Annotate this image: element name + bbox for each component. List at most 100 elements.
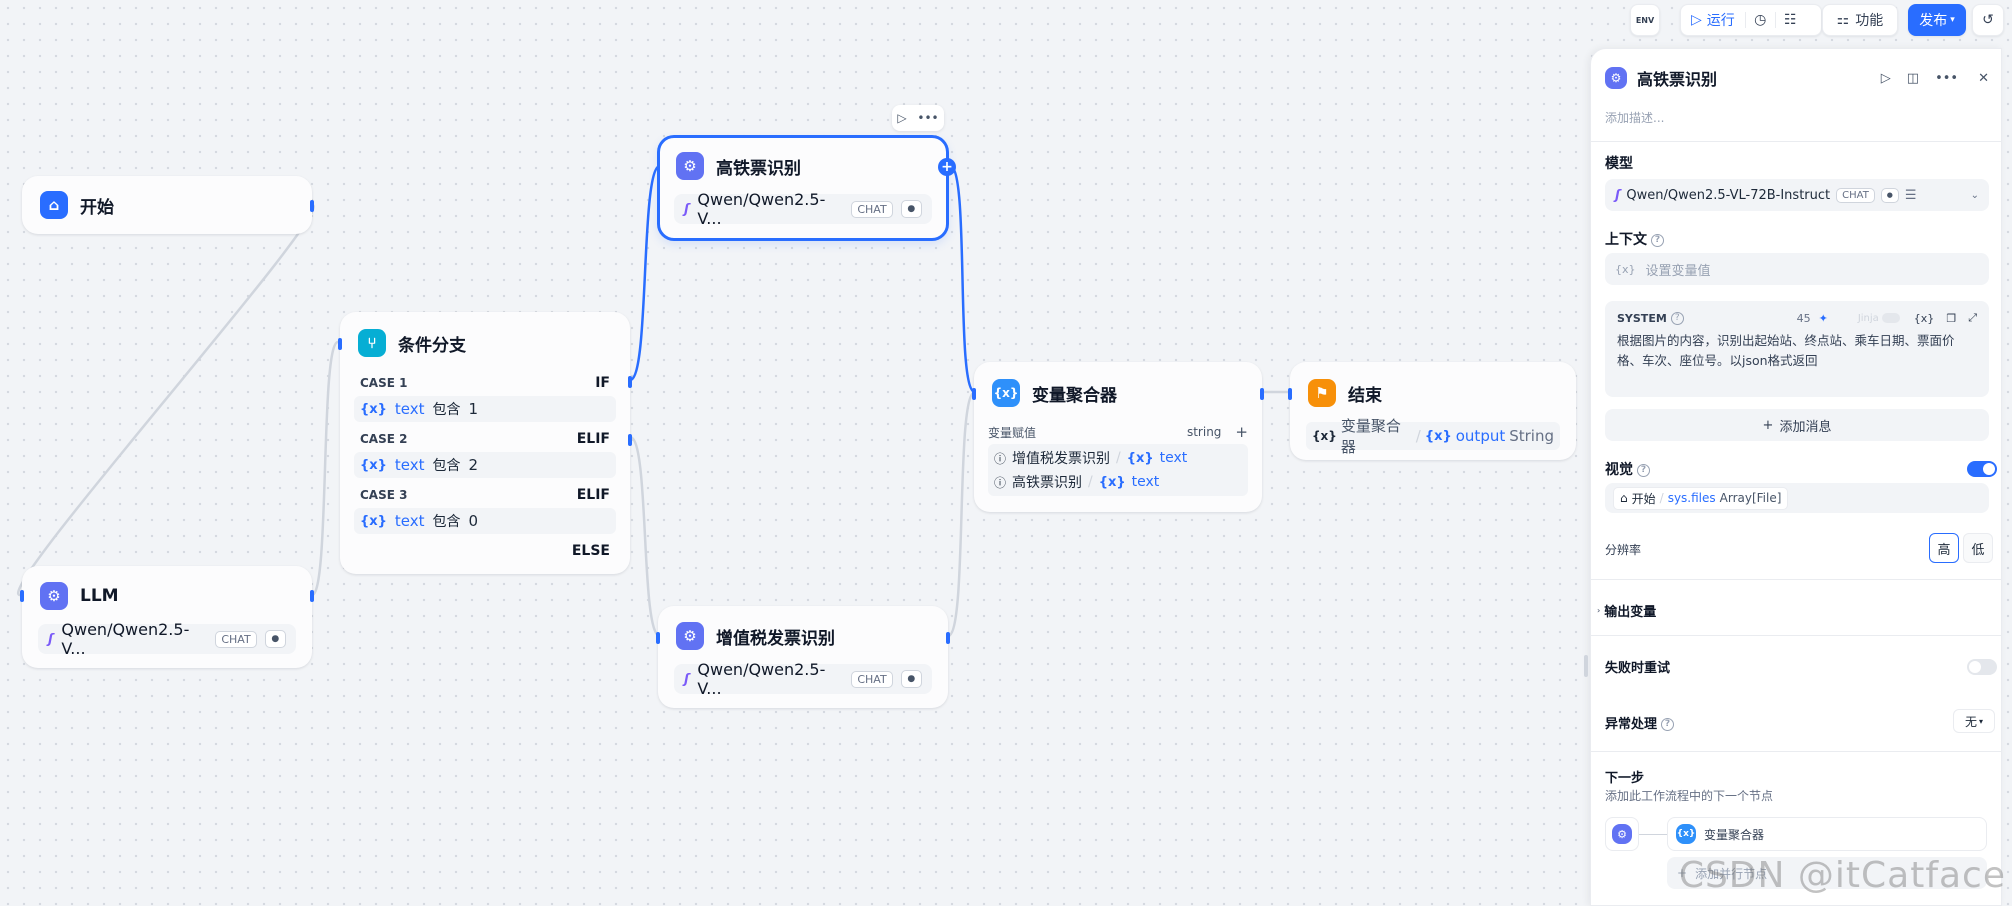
model-pill: ʃ Qwen/Qwen2.5-V... CHAT ● [674,190,932,228]
case-label: CASE 1 [360,376,408,390]
elif-handle[interactable] [628,434,632,446]
edge-train-aggregator [949,164,976,394]
node-branch[interactable]: ⑂ 条件分支 CASE 1 IF {x} text 包含 1 CASE 2 ELIF… [338,312,632,574]
output-vars-toggle[interactable]: › 输出变量 [1597,601,1656,620]
version-history-button[interactable]: ↺ [1972,4,2004,36]
add-message-button[interactable]: + 添加消息 [1605,409,1989,441]
run-node-icon[interactable]: ▷ [1881,71,1891,86]
else-label: ELSE [571,543,610,559]
model-pill: ʃ Qwen/Qwen2.5-V... CHAT ● [674,660,932,698]
exception-value: 无 [1964,714,1977,729]
next-step-desc: 添加此工作流程中的下一个节点 [1605,789,1774,803]
if-handle[interactable] [628,376,632,388]
copy-icon[interactable]: ❐ [1946,312,1956,325]
condition-op: 包含 [432,458,461,474]
checklist-icon[interactable]: ☷ [1774,12,1805,28]
node-llm[interactable]: ⚙ LLM ʃ Qwen/Qwen2.5-V... CHAT ● [20,566,314,668]
aggregator-row: ⓘ 增值税发票识别 / {x} text [994,450,1188,467]
vision-toggle[interactable] [1967,461,1997,477]
input-handle[interactable] [1288,388,1292,400]
publish-button[interactable]: 发布 ▾ [1908,4,1966,36]
description-input[interactable]: 添加描述... [1605,109,1664,126]
variable-icon: {x} [1676,824,1696,844]
output-handle[interactable] [310,590,314,602]
features-button[interactable]: ⚏ 功能 [1822,4,1898,36]
features-label: 功能 [1855,13,1884,29]
res-low-button[interactable]: 低 [1963,533,1993,563]
more-icon[interactable]: ••• [1935,71,1958,86]
condition-row[interactable]: {x} text 包含 2 [354,452,616,478]
workflow-canvas[interactable]: ⌂ 开始 ⚙ LLM ʃ Qwen/Qwen2.5-V... CHAT ● ⑂ … [0,0,1590,906]
history-clock-icon[interactable]: ◷ [1744,12,1775,28]
params-icon[interactable]: ☰ [1905,188,1917,203]
play-icon: ▷ [1691,12,1702,28]
type-label: string [1186,425,1222,439]
condition-op: 包含 [432,402,461,418]
case-2: CASE 2 ELIF {x} text 包含 2 [342,428,628,478]
context-label: 上下文? [1605,229,1664,249]
output-handle[interactable] [310,200,314,212]
node-hover-toolbar: ▷ ••• [892,105,944,131]
condition-row[interactable]: {x} text 包含 1 [354,396,616,422]
node-end[interactable]: ⚑ 结束 {x} 变量聚合器 / {x} output String [1288,362,1576,460]
system-prompt-box[interactable]: SYSTEM ? 45 ✦ Jinja {x} ❐ ⤢ 根据图片的内容，识别出起… [1605,301,1989,397]
history-icon: ↺ [1982,12,1994,28]
next-node-card[interactable]: {x} 变量聚合器 [1667,817,1987,851]
exception-select[interactable]: 无 ▾ [1953,709,1995,733]
expand-icon[interactable]: ⤢ [1968,311,1977,325]
edge-branch-train [629,164,661,382]
variable-icon[interactable]: {x} [1914,312,1935,325]
node-aggregator[interactable]: {x} 变量聚合器 变量赋值 string + ⓘ 增值税发票识别 / {x} … [972,362,1264,512]
condition-row[interactable]: {x} text 包含 0 [354,508,616,534]
condition-value: 0 [468,512,479,530]
model-tag: CHAT [851,200,893,218]
publish-label: 发布 [1919,13,1948,29]
run-node-icon[interactable]: ▷ [897,111,906,125]
model-tag: CHAT [1836,187,1875,203]
source-node: 增值税发票识别 [1012,451,1111,467]
watermark: CSDN @itCatface [1678,855,2006,896]
output-handle[interactable] [946,632,950,644]
model-selector[interactable]: ʃ Qwen/Qwen2.5-VL-72B-Instruct CHAT ● ☰ … [1605,179,1989,211]
model-label: 模型 [1605,156,1633,172]
input-handle[interactable] [338,338,342,350]
node-title: 开始 [80,197,114,218]
panel-title[interactable]: 高铁票识别 [1637,66,1717,90]
vision-eye-icon: ● [900,670,922,688]
add-next-icon[interactable]: + [938,158,956,176]
close-icon[interactable]: ✕ [1978,71,1989,86]
source-var: text [1131,474,1160,490]
vision-eye-icon: ● [1880,187,1899,203]
edge-vat-aggregator [946,390,977,638]
run-button[interactable]: ▷ 运行 [1681,5,1745,35]
panel-resize-handle[interactable] [1584,655,1588,677]
node-title: 变量聚合器 [1032,385,1117,406]
retry-toggle[interactable] [1967,659,1997,675]
vision-var-selector[interactable]: ⌂ 开始 / sys.files Array[File] [1605,483,1989,513]
sparkle-icon[interactable]: ✦ [1819,312,1828,325]
end-output-row: {x} 变量聚合器 / {x} output String [1306,417,1560,456]
context-placeholder: 设置变量值 [1645,263,1711,279]
case-keyword: ELIF [576,487,610,503]
node-train-ticket[interactable]: ⚙ 高铁票识别 ʃ Qwen/Qwen2.5-V... CHAT ● + [658,136,956,240]
more-icon[interactable]: ••• [917,111,938,125]
input-handle[interactable] [656,632,660,644]
case-3: CASE 3 ELIF {x} text 包含 0 [342,484,628,534]
node-settings-panel: ⚙ 高铁票识别 ▷ ◫ ••• ✕ 添加描述... 模型 ʃ Qwen/Qwen… [1590,48,2002,906]
model-logo-icon: ʃ [684,671,690,687]
context-input[interactable]: {x} 设置变量值 [1605,253,1989,285]
vision-type: Array[File] [1719,491,1782,505]
layout-icon[interactable]: ◫ [1907,71,1919,86]
next-node-name: 变量聚合器 [1704,827,1765,842]
add-icon[interactable]: + [1235,423,1248,441]
env-button[interactable]: ENV [1630,4,1660,36]
node-start[interactable]: ⌂ 开始 [22,176,314,234]
output-handle[interactable] [1260,388,1264,400]
input-handle[interactable] [20,590,24,602]
node-vat-invoice[interactable]: ⚙ 增值税发票识别 ʃ Qwen/Qwen2.5-V... CHAT ● [656,606,950,708]
env-label: ENV [1635,15,1655,25]
jinja-toggle[interactable] [1881,313,1900,323]
help-icon: ? [1670,311,1684,325]
input-handle[interactable] [972,388,976,400]
res-high-button[interactable]: 高 [1929,533,1959,563]
